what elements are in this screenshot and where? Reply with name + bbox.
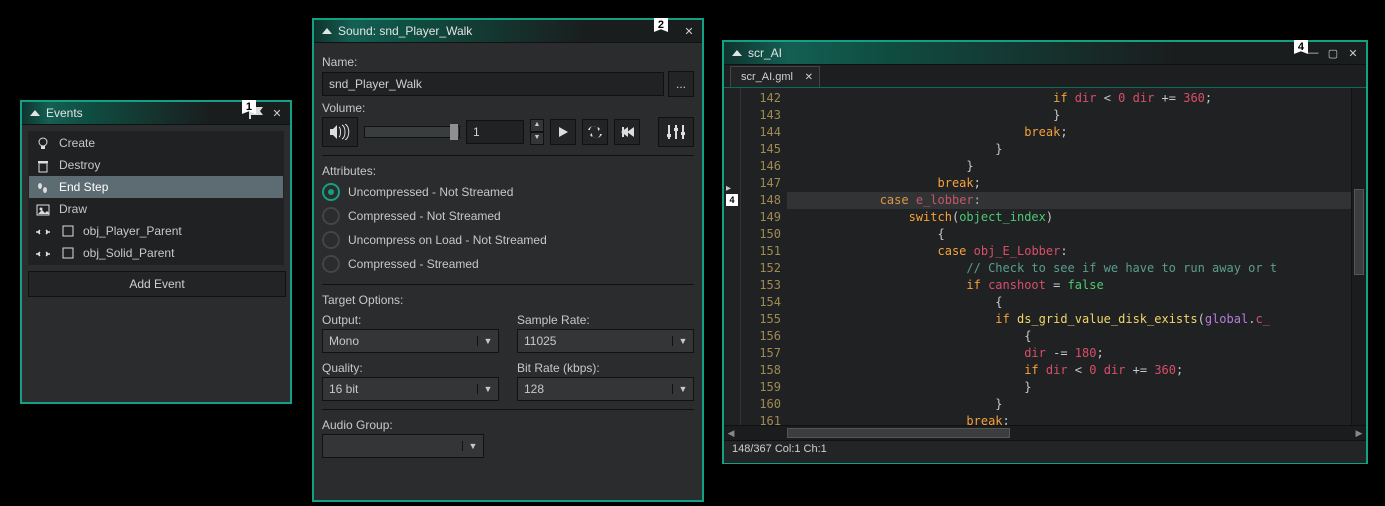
execution-marker-icon: ▸ (726, 183, 731, 194)
maximize-button[interactable]: ▢ (1324, 45, 1342, 61)
event-label: obj_Solid_Parent (83, 246, 174, 260)
event-label: End Step (59, 180, 108, 194)
event-item[interactable]: Destroy (29, 154, 283, 176)
sound-title: Sound: snd_Player_Walk (338, 24, 678, 38)
attribute-label: Uncompressed - Not Streamed (348, 185, 513, 199)
script-window: scr_AI 4 — ▢ ✕ scr_AI.gml ✕ ▸ 4 14214314… (722, 40, 1368, 464)
bulb-icon (35, 135, 51, 151)
rewind-button[interactable] (614, 119, 640, 145)
image-icon (35, 201, 51, 217)
quality-select[interactable]: 16 bit▼ (322, 377, 499, 401)
object-icon (61, 246, 75, 260)
browse-button[interactable]: ... (668, 71, 694, 97)
file-tabbar: scr_AI.gml ✕ (724, 65, 1366, 88)
volume-slider[interactable] (364, 126, 460, 138)
events-window: Events 1 ✕ Create Destroy End Step Draw obj_… (20, 100, 292, 404)
script-title: scr_AI (748, 46, 1302, 60)
bookmark-icon: 4 (726, 194, 738, 206)
attribute-option[interactable]: Uncompress on Load - Not Streamed (322, 228, 694, 252)
output-label: Output: (322, 313, 499, 327)
events-titlebar[interactable]: Events 1 ✕ (22, 102, 290, 125)
status-bar: 148/367 Col:1 Ch:1 (724, 440, 1366, 463)
sample-rate-label: Sample Rate: (517, 313, 694, 327)
event-label: obj_Player_Parent (83, 224, 182, 238)
horizontal-scrollbar[interactable]: ◀▶ (724, 425, 1366, 440)
events-list: Create Destroy End Step Draw obj_Player_Pare… (28, 131, 284, 265)
event-item[interactable]: Draw (29, 198, 283, 220)
sound-window: Sound: snd_Player_Walk 2 ✕ Name: snd_Pla… (312, 18, 704, 502)
play-button[interactable] (550, 119, 576, 145)
collide-icon (35, 223, 51, 239)
quality-label: Quality: (322, 361, 499, 375)
volume-value-input[interactable]: 1 (466, 120, 524, 144)
close-button[interactable]: ✕ (680, 23, 698, 39)
collapse-icon (30, 110, 40, 116)
event-label: Draw (59, 202, 87, 216)
sample-rate-select[interactable]: 11025▼ (517, 329, 694, 353)
add-event-button[interactable]: Add Event (28, 271, 286, 297)
radio-icon (322, 255, 340, 273)
event-label: Destroy (59, 158, 100, 172)
attribute-option[interactable]: Compressed - Not Streamed (322, 204, 694, 228)
output-select[interactable]: Mono▼ (322, 329, 499, 353)
volume-spinner[interactable]: ▲▼ (530, 119, 544, 145)
attributes-label: Attributes: (322, 164, 694, 178)
target-options-label: Target Options: (322, 293, 694, 307)
audio-group-label: Audio Group: (322, 418, 694, 432)
attribute-option[interactable]: Compressed - Streamed (322, 252, 694, 276)
name-label: Name: (322, 55, 694, 69)
file-tab-label: scr_AI.gml (741, 71, 793, 83)
attribute-label: Uncompress on Load - Not Streamed (348, 233, 547, 247)
attribute-option[interactable]: Uncompressed - Not Streamed (322, 180, 694, 204)
radio-icon (322, 207, 340, 225)
code-editor[interactable]: if dir < 0 dir += 360; } break; } } brea… (787, 88, 1366, 425)
line-numbers: 1421431441451461471481491501511521531541… (741, 88, 787, 425)
steps-icon (35, 179, 51, 195)
attribute-label: Compressed - Streamed (348, 257, 479, 271)
event-label: Create (59, 136, 95, 150)
radio-icon (322, 183, 340, 201)
audio-group-select[interactable]: ▼ (322, 434, 484, 458)
loop-button[interactable] (582, 119, 608, 145)
sound-titlebar[interactable]: Sound: snd_Player_Walk 2 ✕ (314, 20, 702, 43)
trash-icon (35, 157, 51, 173)
sound-name-input[interactable]: snd_Player_Walk (322, 72, 664, 96)
event-item[interactable]: obj_Solid_Parent (29, 242, 283, 264)
collapse-icon (322, 28, 332, 34)
event-item[interactable]: obj_Player_Parent (29, 220, 283, 242)
attribute-label: Compressed - Not Streamed (348, 209, 501, 223)
object-icon (61, 224, 75, 238)
speaker-icon (322, 117, 358, 147)
close-button[interactable]: ✕ (268, 105, 286, 121)
collide-icon (35, 245, 51, 261)
collapse-icon (732, 50, 742, 56)
event-item[interactable]: End Step (29, 176, 283, 198)
file-tab[interactable]: scr_AI.gml ✕ (730, 66, 820, 87)
file-tab-close-icon[interactable]: ✕ (805, 72, 813, 83)
bitrate-label: Bit Rate (kbps): (517, 361, 694, 375)
mixer-button[interactable] (658, 117, 694, 147)
events-title: Events (46, 106, 248, 120)
vertical-scrollbar[interactable] (1351, 88, 1366, 425)
current-line-highlight (787, 192, 1366, 209)
bitrate-select[interactable]: 128▼ (517, 377, 694, 401)
close-button[interactable]: ✕ (1344, 45, 1362, 61)
radio-icon (322, 231, 340, 249)
gutter: ▸ 4 (724, 88, 741, 425)
event-item[interactable]: Create (29, 132, 283, 154)
volume-label: Volume: (322, 101, 694, 115)
script-titlebar[interactable]: scr_AI 4 — ▢ ✕ (724, 42, 1366, 65)
